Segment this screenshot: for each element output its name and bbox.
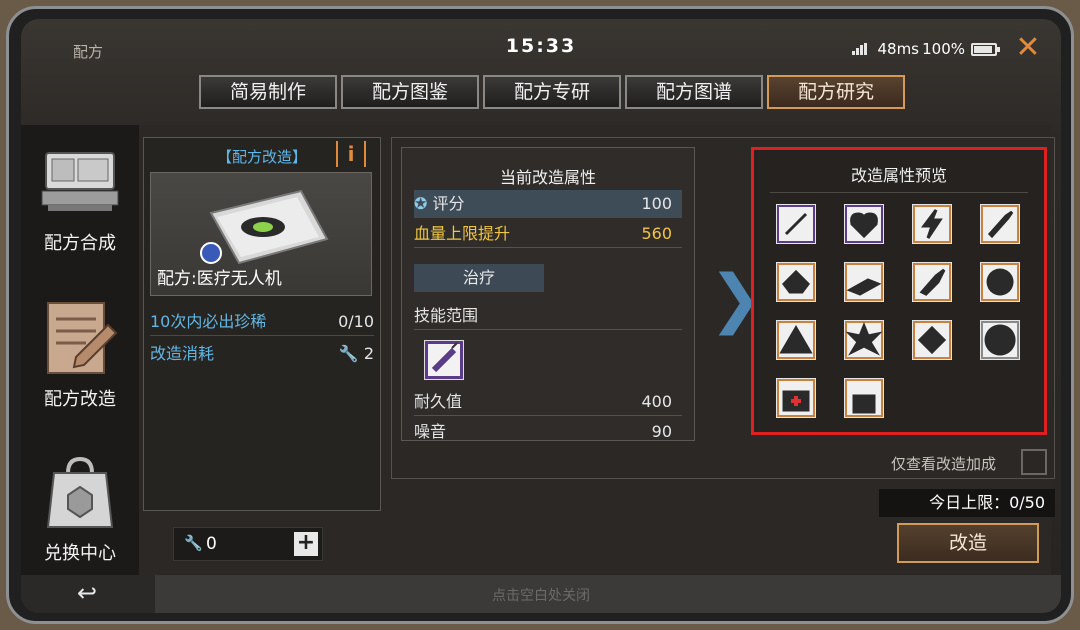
plus-button[interactable]: + — [294, 532, 318, 556]
recipe-name: 配方:医疗无人机 — [157, 269, 282, 289]
medkit-icon[interactable] — [775, 377, 817, 419]
noise-row: 噪音 90 — [414, 418, 682, 441]
score-label: 评分 — [432, 194, 465, 213]
tab-simple-craft[interactable]: 简易制作 — [199, 75, 337, 109]
bullet-icon[interactable] — [979, 203, 1021, 245]
recipe-card[interactable]: 配方:医疗无人机 — [150, 172, 372, 296]
score-value: 100 — [641, 194, 672, 213]
recipe-drone-icon — [200, 189, 329, 265]
battery-icon — [971, 43, 1000, 56]
wrench-icon: 🔧 — [338, 344, 359, 363]
only-modified-checkbox[interactable] — [1021, 449, 1047, 475]
current-attributes-title: 当前改造属性 — [499, 168, 596, 187]
cost-value: 2 — [363, 344, 374, 363]
sidebar-item-label: 兑换中心 — [44, 543, 116, 564]
back-arrow-icon: ↩ — [77, 579, 98, 607]
preview-divider — [770, 192, 1028, 193]
heart-icon[interactable] — [843, 203, 885, 245]
sidebar: 配方合成 配方改造 兑换中心 — [21, 125, 139, 581]
lock-icon[interactable] — [843, 377, 885, 419]
score-row: ✪ 评分 100 — [414, 190, 682, 218]
heal-badge: 治疗 — [414, 264, 544, 292]
game-screen: 配方 15:33 48ms 100% ✕ 简易制作 配方图鉴 配方专研 配方图谱… — [21, 19, 1061, 613]
syringe-icon — [423, 339, 465, 381]
noise-value: 90 — [651, 422, 672, 441]
speed-up-icon[interactable] — [843, 261, 885, 303]
device-frame: 配方 15:33 48ms 100% ✕ 简易制作 配方图鉴 配方专研 配方图谱… — [6, 6, 1074, 624]
burst-up-icon[interactable] — [911, 319, 953, 361]
close-icon[interactable]: ✕ — [1013, 33, 1043, 63]
durability-row: 耐久值 400 — [414, 388, 682, 416]
cost-row: 改造消耗 🔧 2 — [150, 340, 374, 368]
preview-title: 改造属性预览 — [850, 166, 947, 185]
tap-to-close-hint: 点击空白处关闭 — [492, 588, 590, 604]
wrench-icon: 🔧 — [184, 534, 203, 552]
target-icon[interactable] — [979, 319, 1021, 361]
preview-panel: 改造属性预览 — [751, 147, 1047, 435]
sidebar-item-label: 配方合成 — [44, 233, 116, 254]
tab-recipe-catalog[interactable]: 配方图鉴 — [341, 75, 479, 109]
guarantee-label: 10次内必出珍稀 — [150, 312, 267, 331]
material-count: 0 — [206, 534, 217, 554]
only-modified-label: 仅查看改造加成 — [891, 455, 997, 473]
sidebar-item-label: 配方改造 — [44, 389, 116, 410]
hp-row: 血量上限提升 560 — [414, 220, 682, 248]
durability-value: 400 — [641, 392, 672, 411]
shopping-bag-icon — [38, 451, 122, 535]
star-check-icon: ✪ — [414, 194, 428, 213]
recipe-panel: 【配方改造】 i 配方:医疗无人机 10次内必出珍稀 0/10 改造消耗 🔧 2 — [143, 137, 381, 511]
back-button[interactable]: ↩ — [21, 575, 155, 613]
syringe-icon[interactable] — [775, 203, 817, 245]
tab-recipe-atlas[interactable]: 配方图谱 — [625, 75, 763, 109]
battery-percent: 100% — [922, 40, 965, 58]
rocket-up-icon[interactable] — [911, 261, 953, 303]
sidebar-item-modify[interactable]: 配方改造 — [21, 297, 139, 411]
signal-icon — [852, 43, 867, 55]
timer-up-icon[interactable] — [979, 261, 1021, 303]
notepad-pencil-icon — [38, 297, 122, 381]
hp-label: 血量上限提升 — [414, 224, 511, 243]
skill-range-row: 技能范围 — [414, 302, 682, 330]
explosion-up-icon[interactable] — [843, 319, 885, 361]
guarantee-value: 0/10 — [338, 312, 374, 331]
durability-label: 耐久值 — [414, 392, 463, 411]
armor-up-icon[interactable] — [775, 261, 817, 303]
cost-label: 改造消耗 — [150, 344, 215, 363]
tab-bar: 简易制作 配方图鉴 配方专研 配方图谱 配方研究 — [199, 75, 905, 109]
lightning-icon[interactable] — [911, 203, 953, 245]
guarantee-row: 10次内必出珍稀 0/10 — [150, 308, 374, 336]
status-bar: 配方 15:33 48ms 100% ✕ — [21, 19, 1061, 65]
material-stepper: 🔧 0 + — [173, 527, 323, 561]
cost-value-wrap: 🔧 2 — [339, 340, 374, 368]
modify-button[interactable]: 改造 — [897, 523, 1039, 563]
sidebar-item-exchange[interactable]: 兑换中心 — [21, 451, 139, 565]
sidebar-item-synthesis[interactable]: 配方合成 — [21, 141, 139, 255]
info-icon[interactable]: i — [336, 141, 366, 167]
skill-range-label: 技能范围 — [414, 306, 479, 325]
tab-recipe-study[interactable]: 配方专研 — [483, 75, 621, 109]
tent-up-icon[interactable] — [775, 319, 817, 361]
hp-value: 560 — [641, 224, 672, 243]
bottom-bar[interactable]: 点击空白处关闭 ↩ — [21, 575, 1061, 613]
terminal-icon — [38, 141, 122, 225]
current-attributes-panel[interactable]: 当前改造属性 ✪ 评分 100 血量上限提升 560 治疗 技能范围 耐久值 4… — [401, 147, 695, 441]
noise-label: 噪音 — [414, 422, 447, 441]
ping-value: 48ms — [877, 40, 919, 58]
tab-recipe-research[interactable]: 配方研究 — [767, 75, 905, 109]
daily-limit: 今日上限：0/50 — [879, 489, 1055, 517]
